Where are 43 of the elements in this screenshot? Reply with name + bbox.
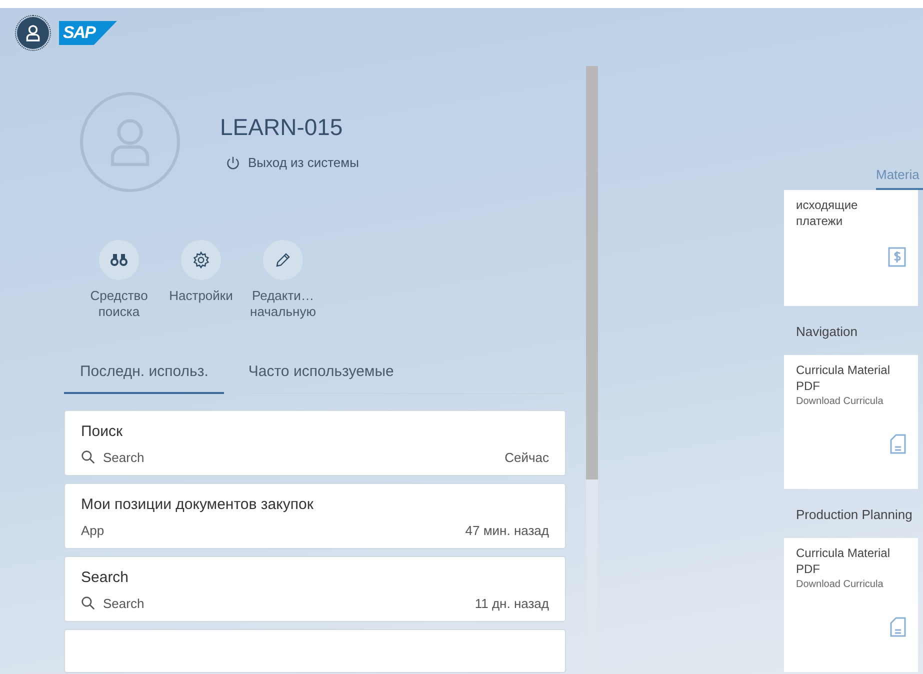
recent-item-card[interactable]: Search Search 11 дн. назад bbox=[64, 556, 566, 622]
item-title: Search bbox=[81, 568, 130, 586]
group-title: Production Planning bbox=[795, 506, 914, 524]
tile-subtitle: Download Curricula bbox=[796, 396, 884, 408]
pencil-icon bbox=[274, 251, 292, 269]
action-button[interactable]: Редакти… начальную bbox=[246, 240, 320, 320]
tile-title: Curricula Material PDF bbox=[796, 546, 892, 578]
logout-link[interactable]: Выход из системы bbox=[226, 155, 359, 170]
item-title: Поиск bbox=[81, 422, 124, 440]
item-type-label: Search bbox=[103, 596, 144, 610]
item-time: Сейчас bbox=[504, 450, 549, 464]
action-label: Настройки bbox=[169, 288, 233, 304]
user-name: LEARN-015 bbox=[220, 114, 344, 141]
binoculars-icon bbox=[110, 253, 128, 267]
item-time: 11 дн. назад bbox=[474, 596, 549, 610]
action-label: Средство поиска bbox=[89, 288, 149, 320]
app-tile[interactable]: Curricula Material PDF Download Curricula bbox=[784, 538, 918, 672]
logo: SAP bbox=[59, 21, 117, 45]
recent-item-card[interactable]: Мои позиции документов закупок App 47 мин. назад bbox=[64, 482, 566, 548]
app-tile[interactable]: Curricula Material PDF Download Curricula bbox=[784, 355, 918, 489]
item-type-label: Search bbox=[103, 450, 144, 464]
app-tile[interactable]: исходящие платежи bbox=[784, 190, 918, 306]
action-button[interactable]: Настройки bbox=[164, 240, 238, 320]
tile-title: Curricula Material PDF bbox=[796, 363, 892, 394]
document-icon bbox=[890, 434, 906, 454]
group-title: Navigation bbox=[795, 323, 858, 341]
tile-subtitle: Download Curricula bbox=[796, 579, 884, 590]
user-avatar-button[interactable] bbox=[17, 17, 49, 49]
document-icon bbox=[890, 617, 906, 637]
tab[interactable]: Часто используемые bbox=[232, 350, 410, 394]
search-icon bbox=[81, 450, 95, 464]
item-type-label: App bbox=[81, 522, 104, 538]
power-icon bbox=[226, 156, 240, 170]
recent-item-card[interactable]: Поиск Search Сейчас bbox=[64, 410, 566, 476]
action-button[interactable]: Средство поиска bbox=[82, 240, 156, 320]
action-label: Редакти… начальную bbox=[249, 288, 317, 320]
search-icon bbox=[81, 596, 95, 610]
tab[interactable]: Последн. использ. bbox=[64, 350, 224, 394]
dollar-document-icon bbox=[888, 247, 906, 267]
item-time: 47 мин. назад bbox=[465, 522, 549, 538]
settings-icon bbox=[192, 251, 210, 269]
tile-title: исходящие платежи bbox=[796, 198, 859, 230]
item-title: Мои позиции документов закупок bbox=[81, 496, 314, 512]
